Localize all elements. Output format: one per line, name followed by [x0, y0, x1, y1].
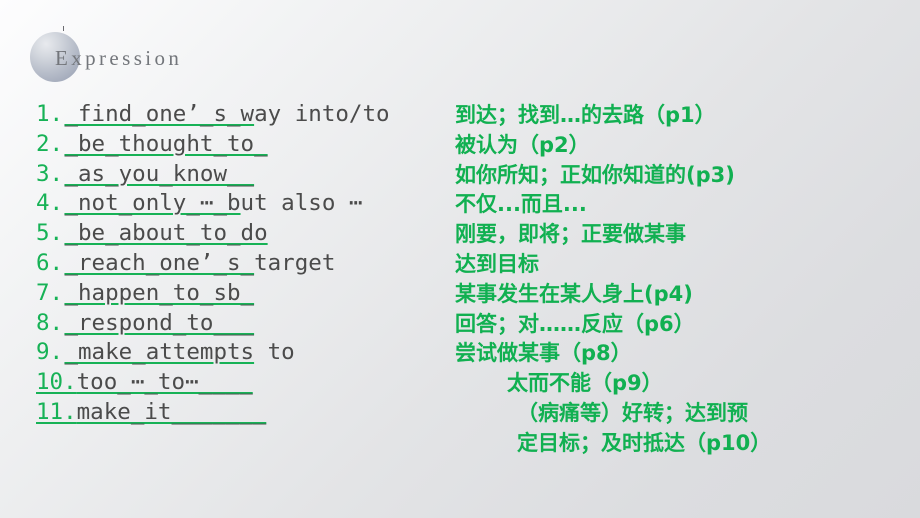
expression-blank-text: _not_only_⋯_b [64, 190, 241, 217]
expression-blank-text: too_⋯_to⋯____ [76, 369, 253, 396]
expression-row: 4._not_only_⋯_but also ⋯ [36, 189, 506, 219]
expression-number: 3. [36, 160, 64, 187]
page-title: Expression [55, 46, 183, 70]
expression-blank-text: make_it_______ [76, 398, 267, 425]
expression-number: 8. [36, 309, 64, 336]
expression-blank-text: _find_one’_s_w [64, 101, 255, 127]
expression-blank-text: _as_you_know__ [64, 160, 255, 187]
expression-list-english: 1._find_one’_s_way into/to 2._be_thought_… [36, 100, 506, 428]
expression-number: 4. [36, 190, 64, 217]
expression-trailing-text: target [254, 249, 336, 276]
expression-number: 2. [36, 130, 64, 157]
expression-row: 10.too_⋯_to⋯____ [36, 368, 506, 398]
expression-meaning: 某事发生在某人身上(p4) [455, 281, 693, 306]
expression-row: 5._be_about_to_do [36, 219, 506, 249]
expression-blank-text: _make_attempts [64, 339, 255, 366]
expression-meaning: 不仅...而且... [455, 192, 587, 217]
expression-number: 6. [36, 249, 64, 276]
expression-number: 11. [36, 398, 77, 425]
expression-row: 7._happen_to_sb_ [36, 279, 506, 309]
expression-trailing-text: ay into/to [254, 101, 390, 127]
expression-row: 3._as_you_know__ [36, 160, 506, 190]
slide-title-block: Expression [28, 26, 428, 86]
expression-blank-text: _happen_to_sb_ [64, 279, 255, 306]
expression-number: 9. [36, 339, 64, 366]
expression-meaning: （病痛等）好转；达到预 [517, 400, 748, 425]
expression-row: 8._respond_to___ [36, 309, 506, 339]
expression-list-chinese: 到达；找到…的去路（p1） 被认为（p2） 如你所知；正如你知道的(p3) 不仅...… [455, 101, 920, 459]
expression-meaning: 被认为（p2） [455, 132, 590, 157]
expression-row: 2._be_thought_to_ [36, 130, 506, 160]
expression-number: 1. [36, 101, 64, 127]
expression-blank-text: _be_about_to_do [64, 220, 268, 247]
tick-mark-icon [63, 26, 64, 31]
expression-row: 9._make_attempts to [36, 338, 506, 368]
expression-number: 10. [36, 369, 77, 396]
expression-meaning: 达到目标 [455, 251, 539, 276]
expression-meaning-continued: 定目标；及时抵达（p10） [517, 430, 772, 455]
expression-number: 7. [36, 279, 64, 306]
expression-row: 1._find_one’_s_way into/to [36, 100, 506, 130]
slide-canvas: Expression 1._find_one’_s_way into/to 2._… [0, 0, 920, 518]
expression-meaning: 到达；找到…的去路（p1） [455, 103, 716, 127]
expression-row: 6._reach_one’_s_target [36, 249, 506, 279]
expression-trailing-text: ut also ⋯ [240, 190, 363, 217]
expression-meaning: 太而不能（p9） [507, 371, 663, 396]
expression-meaning: 回答；对……反应（p6） [455, 311, 695, 336]
expression-blank-text: _reach_one’_s_ [64, 249, 255, 276]
expression-blank-text: _respond_to___ [64, 309, 255, 336]
expression-number: 5. [36, 220, 64, 247]
expression-row: 11.make_it_______ [36, 398, 506, 428]
expression-meaning: 尝试做某事（p8） [455, 341, 632, 366]
expression-meaning: 如你所知；正如你知道的(p3) [455, 162, 735, 187]
expression-meaning: 刚要，即将；正要做某事 [455, 222, 686, 247]
expression-trailing-text: to [254, 339, 295, 366]
expression-blank-text: _be_thought_to_ [64, 130, 268, 157]
